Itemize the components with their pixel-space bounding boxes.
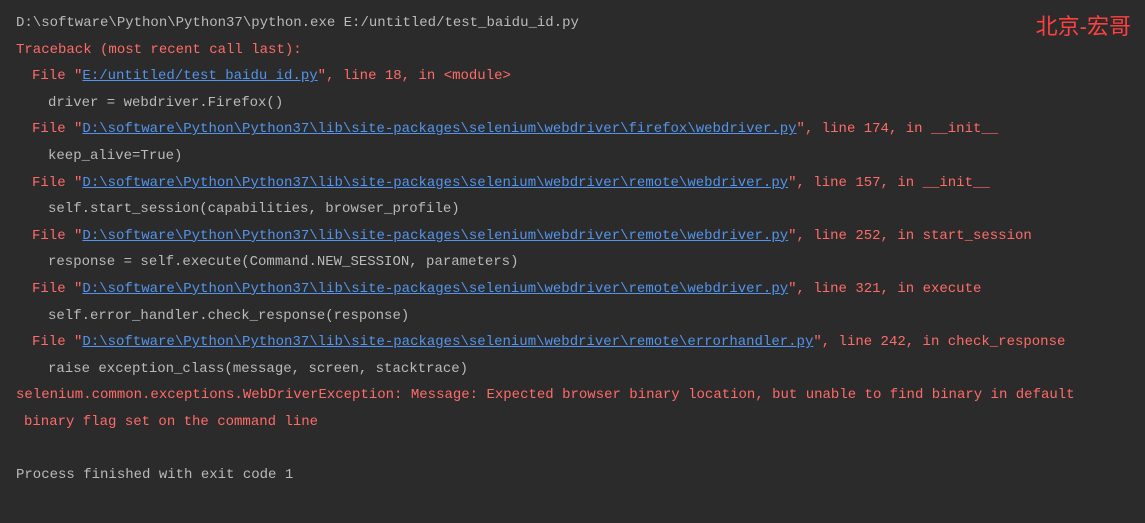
file-prefix: File " (32, 121, 82, 137)
exception-message-continue: binary flag set on the command line (16, 409, 1145, 436)
file-link[interactable]: E:/untitled/test_baidu_id.py (82, 68, 317, 84)
file-link[interactable]: D:\software\Python\Python37\lib\site-pac… (82, 121, 796, 137)
command-line: D:\software\Python\Python37\python.exe E… (16, 10, 1145, 37)
file-prefix: File " (32, 334, 82, 350)
traceback-code: keep_alive=True) (16, 143, 1145, 170)
file-suffix: ", line 18, in <module> (318, 68, 511, 84)
traceback-header: Traceback (most recent call last): (16, 37, 1145, 64)
file-link[interactable]: D:\software\Python\Python37\lib\site-pac… (82, 281, 788, 297)
traceback-code: driver = webdriver.Firefox() (16, 90, 1145, 117)
traceback-code: self.error_handler.check_response(respon… (16, 303, 1145, 330)
file-link[interactable]: D:\software\Python\Python37\lib\site-pac… (82, 334, 813, 350)
file-suffix: ", line 174, in __init__ (797, 121, 999, 137)
file-suffix: ", line 157, in __init__ (788, 175, 990, 191)
traceback-frame: File "E:/untitled/test_baidu_id.py", lin… (16, 63, 1145, 90)
traceback-frame: File "D:\software\Python\Python37\lib\si… (16, 329, 1145, 356)
traceback-frame: File "D:\software\Python\Python37\lib\si… (16, 170, 1145, 197)
file-link[interactable]: D:\software\Python\Python37\lib\site-pac… (82, 175, 788, 191)
traceback-frame: File "D:\software\Python\Python37\lib\si… (16, 276, 1145, 303)
traceback-code: raise exception_class(message, screen, s… (16, 356, 1145, 383)
process-exit: Process finished with exit code 1 (16, 462, 1145, 489)
file-prefix: File " (32, 281, 82, 297)
file-prefix: File " (32, 175, 82, 191)
traceback-code: self.start_session(capabilities, browser… (16, 196, 1145, 223)
file-link[interactable]: D:\software\Python\Python37\lib\site-pac… (82, 228, 788, 244)
file-prefix: File " (32, 228, 82, 244)
traceback-code: response = self.execute(Command.NEW_SESS… (16, 249, 1145, 276)
file-prefix: File " (32, 68, 82, 84)
file-suffix: ", line 321, in execute (788, 281, 981, 297)
file-suffix: ", line 242, in check_response (813, 334, 1065, 350)
exception-message: selenium.common.exceptions.WebDriverExce… (16, 382, 1145, 409)
watermark-text: 北京-宏哥 (1036, 6, 1131, 48)
traceback-frame: File "D:\software\Python\Python37\lib\si… (16, 116, 1145, 143)
file-suffix: ", line 252, in start_session (788, 228, 1032, 244)
traceback-frame: File "D:\software\Python\Python37\lib\si… (16, 223, 1145, 250)
